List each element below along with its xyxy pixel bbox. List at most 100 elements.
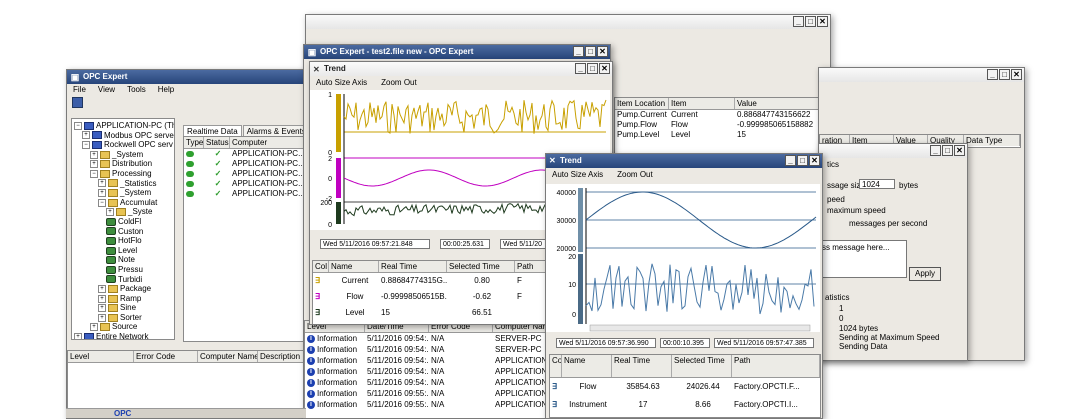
message-size-input[interactable]: 1024: [859, 179, 895, 189]
tree-item[interactable]: − APPLICATION-PC (This: [74, 121, 174, 131]
tree-item[interactable]: − Processing: [74, 169, 172, 179]
tree-item[interactable]: + Sorter: [74, 313, 172, 323]
minimize-icon[interactable]: _: [575, 63, 586, 74]
tree-item[interactable]: Pressu: [74, 265, 172, 275]
save-icon[interactable]: [72, 97, 83, 108]
column-header[interactable]: Level: [68, 351, 134, 362]
column-header[interactable]: Selected Time: [447, 261, 515, 272]
tree-item[interactable]: + Distribution: [74, 159, 172, 169]
table-row[interactable]: ∃ Current 0.88684774315G... 0.80 F: [313, 273, 553, 289]
table-row[interactable]: ∃ Level 15 66.51: [313, 305, 553, 321]
expand-icon[interactable]: +: [82, 131, 90, 140]
column-header[interactable]: Computer: [230, 137, 314, 148]
tree-item[interactable]: ColdFl: [74, 217, 172, 227]
maximize-icon[interactable]: □: [587, 63, 598, 74]
list-item[interactable]: ✓ APPLICATION-PC...: [184, 149, 314, 159]
expand-icon[interactable]: +: [98, 294, 106, 303]
column-header[interactable]: Selected Time: [672, 355, 732, 377]
table-row[interactable]: Pump.Flow Flow -0.999985065158882: [615, 120, 825, 130]
tree-item[interactable]: + Entire Network: [74, 332, 172, 339]
tab-realtime-data[interactable]: Realtime Data: [183, 125, 242, 136]
menu-view[interactable]: View: [98, 84, 115, 96]
expand-icon[interactable]: −: [90, 169, 98, 178]
list-item[interactable]: ✓ APPLICATION-PC...: [184, 169, 314, 179]
expand-icon[interactable]: −: [98, 198, 106, 207]
column-header[interactable]: Co: [550, 355, 562, 377]
close-icon[interactable]: ✕: [817, 16, 828, 27]
trend-1-span[interactable]: 00:00:25.631: [440, 239, 490, 249]
close-icon[interactable]: ✕: [1011, 69, 1022, 80]
tree-item[interactable]: + Source: [74, 322, 172, 332]
message-text-area[interactable]: ss message here...: [819, 240, 907, 278]
maximize-icon[interactable]: □: [585, 46, 596, 57]
column-header[interactable]: Data Type: [964, 135, 1020, 146]
max-speed-radio[interactable]: maximum speed: [827, 206, 886, 215]
table-row[interactable]: ∃ Flow -0.99998506515B... -0.62 F: [313, 289, 553, 305]
zoom-out-button[interactable]: Zoom Out: [617, 169, 653, 181]
minimize-icon[interactable]: _: [930, 145, 941, 156]
column-header[interactable]: Computer Name: [198, 351, 258, 362]
tree-item[interactable]: Turbidi: [74, 275, 172, 285]
expand-icon[interactable]: +: [98, 189, 106, 198]
column-header[interactable]: Value: [735, 98, 825, 109]
auto-size-axis-button[interactable]: Auto Size Axis: [316, 77, 367, 89]
trend-1-start-time[interactable]: Wed 5/11/2016 09:57:21.848: [320, 239, 430, 249]
tree-item[interactable]: + Modbus OPC server: [74, 131, 174, 141]
expand-icon[interactable]: +: [90, 323, 98, 332]
menu-file[interactable]: File: [73, 84, 86, 96]
tree-item[interactable]: − Accumulat: [74, 198, 172, 208]
tree-item[interactable]: + Sine: [74, 303, 172, 313]
expand-icon[interactable]: +: [98, 304, 106, 313]
tree-item[interactable]: + Package: [74, 284, 172, 294]
apply-button[interactable]: Apply: [909, 267, 941, 281]
column-header[interactable]: Real Time: [612, 355, 672, 377]
column-header[interactable]: Status: [204, 137, 230, 148]
expand-icon[interactable]: +: [98, 284, 106, 293]
zoom-out-button[interactable]: Zoom Out: [381, 77, 417, 89]
expand-icon[interactable]: +: [98, 313, 106, 322]
auto-size-axis-button[interactable]: Auto Size Axis: [552, 169, 603, 181]
column-header[interactable]: Name: [329, 261, 379, 272]
tree-item[interactable]: + Ramp: [74, 294, 172, 304]
expand-icon[interactable]: +: [90, 150, 98, 159]
column-header[interactable]: Item: [669, 98, 735, 109]
tree-item[interactable]: Note: [74, 255, 172, 265]
column-header[interactable]: Real Time: [379, 261, 447, 272]
trend-2-span[interactable]: 00:00:10.395: [660, 338, 710, 348]
tree-item[interactable]: HotFlo: [74, 236, 172, 246]
minimize-icon[interactable]: _: [785, 155, 796, 166]
expand-icon[interactable]: +: [90, 160, 98, 169]
list-item[interactable]: ✓ APPLICATION-PC...: [184, 159, 314, 169]
column-header[interactable]: Type: [184, 137, 204, 148]
close-icon[interactable]: ✕: [954, 145, 965, 156]
expand-icon[interactable]: +: [74, 332, 82, 339]
expand-icon[interactable]: +: [98, 179, 106, 188]
tree-item[interactable]: + _Statistics: [74, 179, 172, 189]
table-row[interactable]: Pump.Current Current 0.886847743156622: [615, 110, 825, 120]
trend-1-end-time[interactable]: Wed 5/11/20: [500, 239, 550, 249]
maximize-icon[interactable]: □: [999, 69, 1010, 80]
maximize-icon[interactable]: □: [805, 16, 816, 27]
expand-icon[interactable]: −: [82, 141, 90, 150]
expand-icon[interactable]: +: [106, 208, 114, 217]
column-header[interactable]: Name: [562, 355, 612, 377]
maximize-icon[interactable]: □: [797, 155, 808, 166]
menu-help[interactable]: Help: [158, 84, 174, 96]
tree-item[interactable]: + _System: [74, 188, 172, 198]
column-header[interactable]: Item Location: [615, 98, 669, 109]
table-row[interactable]: ∃ Instrument 17 8.66 Factory.OPCTI.I...: [550, 396, 820, 414]
trend-2-end-time[interactable]: Wed 5/11/2016 09:57:47.385: [714, 338, 814, 348]
tree-item[interactable]: + _Syste: [74, 207, 172, 217]
close-icon[interactable]: ✕: [597, 46, 608, 57]
menu-tools[interactable]: Tools: [127, 84, 146, 96]
tree-item[interactable]: − Rockwell OPC serv: [74, 140, 173, 150]
minimize-icon[interactable]: _: [793, 16, 804, 27]
expand-icon[interactable]: −: [74, 121, 82, 130]
column-header[interactable]: Path: [732, 355, 820, 377]
list-item[interactable]: ✓ APPLICATION-PC...: [184, 189, 314, 199]
minimize-icon[interactable]: _: [573, 46, 584, 57]
tree-item[interactable]: Custon: [74, 227, 172, 237]
tab-alarms-events[interactable]: Alarms & Events: [242, 125, 310, 136]
column-header[interactable]: Col: [313, 261, 329, 272]
tree-item[interactable]: Level: [74, 246, 172, 256]
